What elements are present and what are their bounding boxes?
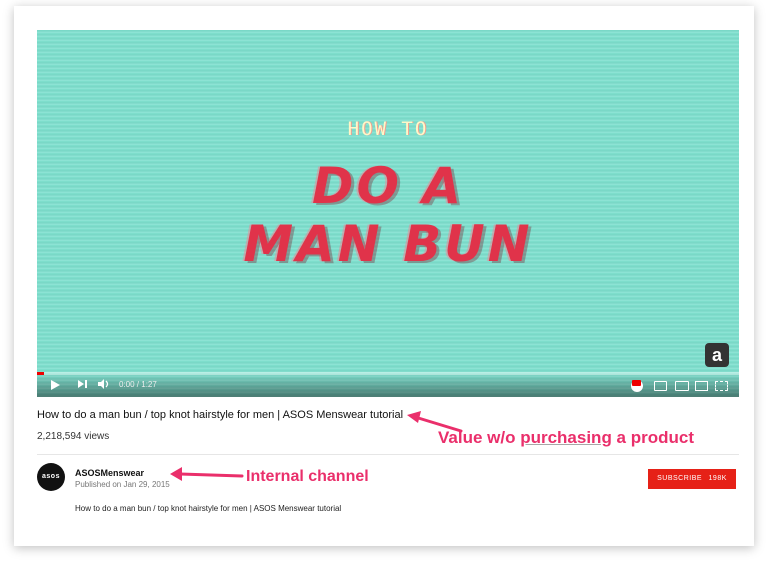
video-overlay-small-text: HOW TO — [347, 118, 429, 140]
video-controls-bar: 0:00 / 1:27 — [37, 372, 739, 397]
progress-bar[interactable] — [37, 372, 739, 375]
time-display: 0:00 / 1:27 — [119, 380, 157, 389]
hd-badge — [632, 380, 641, 386]
video-player[interactable]: HOW TO DO A MAN BUN a 0:00 / 1:27 — [37, 30, 739, 397]
cast-icon[interactable] — [695, 381, 708, 391]
publish-date: Published on Jan 29, 2015 — [75, 480, 170, 489]
channel-avatar[interactable]: asos — [37, 463, 65, 491]
subscribe-label: SUBSCRIBE — [657, 475, 703, 482]
subscribe-button[interactable]: SUBSCRIBE 198K — [648, 469, 736, 489]
subscriber-count: 198K — [708, 475, 727, 482]
channel-name-link[interactable]: ASOSMenswear — [75, 468, 144, 478]
divider — [37, 454, 739, 455]
video-overlay-title-line1: DO A — [311, 157, 465, 215]
video-overlay-title-line2: MAN BUN — [243, 215, 533, 273]
miniplayer-icon[interactable] — [654, 381, 667, 391]
volume-icon[interactable] — [98, 379, 110, 392]
annotation-value-text: Value w/o purchasing a product — [438, 428, 694, 448]
next-icon[interactable] — [78, 379, 88, 392]
fullscreen-icon[interactable] — [715, 381, 728, 391]
progress-fill — [37, 372, 45, 375]
play-icon[interactable] — [51, 380, 60, 390]
annotation-arrow-channel — [170, 467, 244, 481]
annotation-internal-channel: Internal channel — [246, 468, 369, 485]
annotation-value-prefix: Value w/o — [438, 428, 521, 447]
video-description: How to do a man bun / top knot hairstyle… — [75, 504, 342, 513]
view-count: 2,218,594 views — [37, 431, 110, 442]
channel-watermark[interactable]: a — [705, 343, 729, 367]
annotation-value-underlined: purchasing — [520, 428, 612, 447]
annotation-value-suffix: a product — [611, 428, 694, 447]
theater-mode-icon[interactable] — [675, 381, 689, 391]
video-title: How to do a man bun / top knot hairstyle… — [37, 409, 404, 421]
